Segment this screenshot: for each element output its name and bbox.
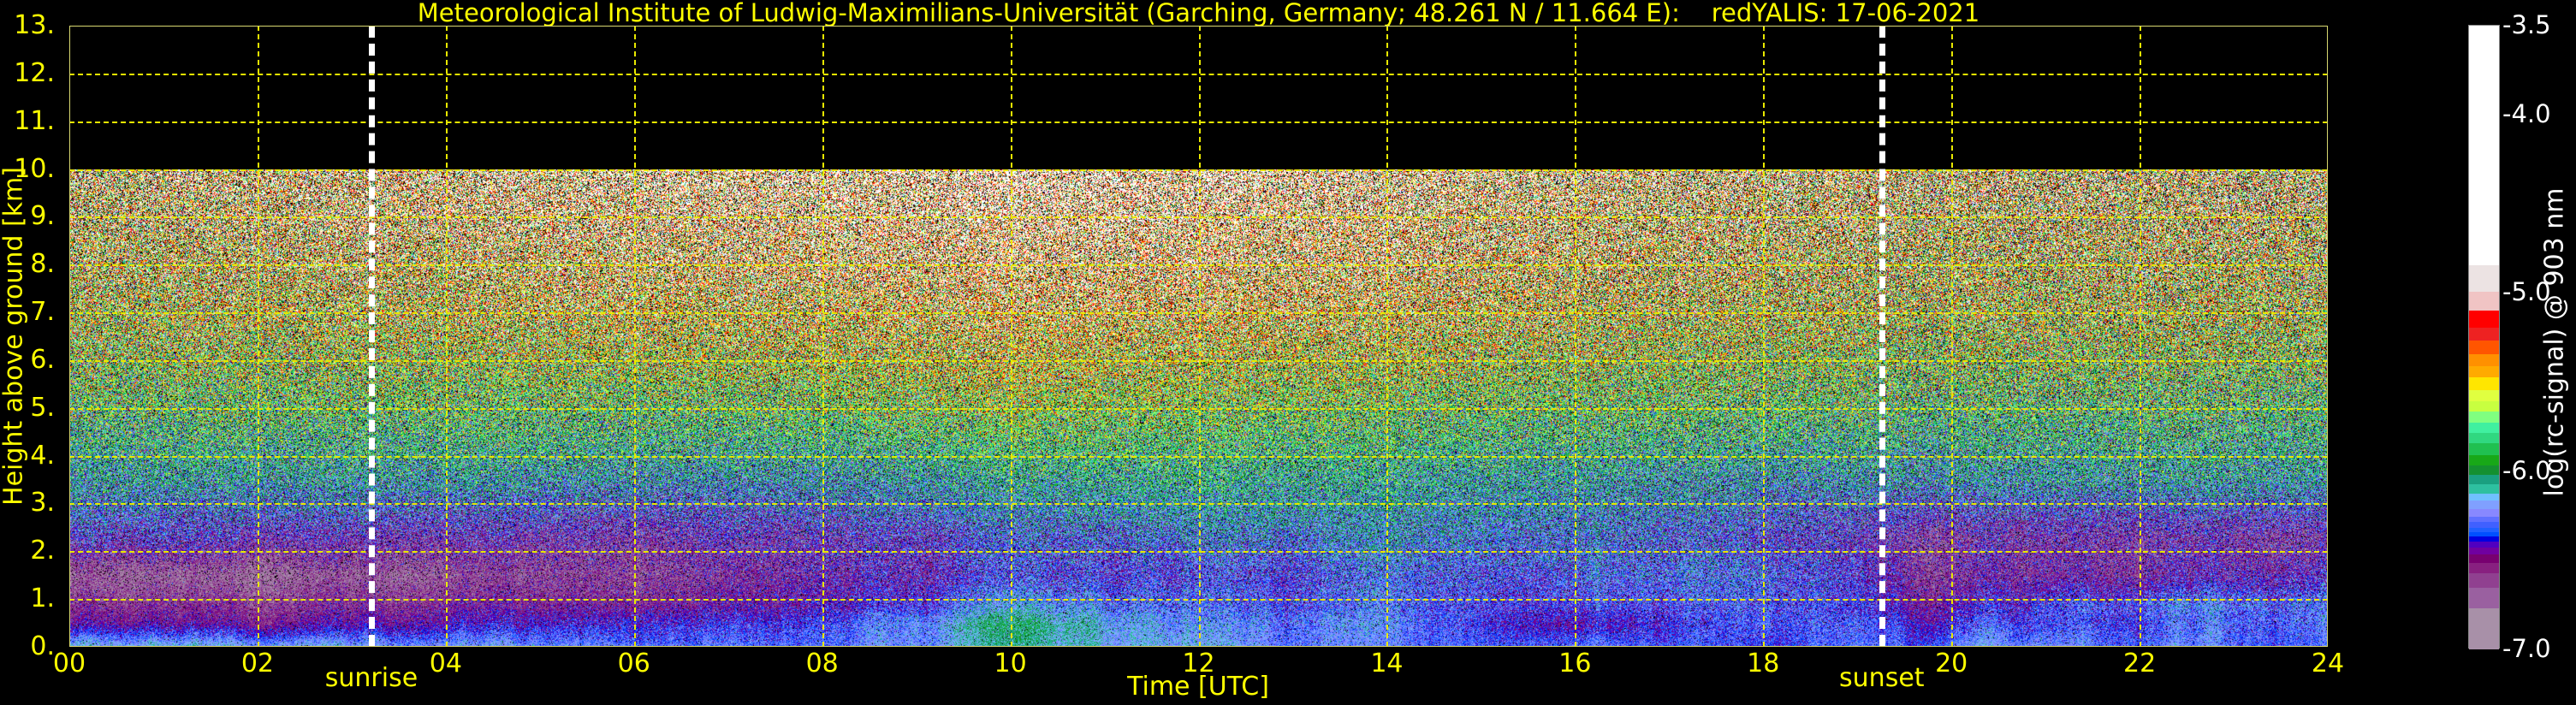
colorbar-tick-label: -3.5 bbox=[2502, 10, 2551, 39]
colorbar-segment bbox=[2469, 572, 2499, 588]
colorbar-segment bbox=[2469, 501, 2499, 510]
sunrise-line bbox=[368, 26, 375, 647]
y-tick-label: 12. bbox=[14, 57, 55, 88]
colorbar-segment bbox=[2469, 587, 2499, 609]
x-tick-label: 04 bbox=[429, 649, 462, 678]
colorbar-segment bbox=[2469, 433, 2499, 444]
x-gridline bbox=[1010, 26, 1012, 647]
x-gridline bbox=[633, 26, 636, 647]
x-gridline bbox=[445, 26, 448, 647]
colorbar-segment bbox=[2469, 291, 2499, 311]
y-tick-label: 7. bbox=[30, 297, 55, 328]
colorbar-segment bbox=[2469, 400, 2499, 412]
colorbar-segment bbox=[2469, 340, 2499, 355]
x-tick-label: 02 bbox=[240, 649, 274, 678]
x-gridline bbox=[1575, 26, 1577, 647]
y-tick-label: 6. bbox=[30, 344, 55, 375]
y-tick-label: 0. bbox=[30, 631, 55, 661]
y-tick-label: 9. bbox=[30, 201, 55, 232]
colorbar-segment bbox=[2469, 389, 2499, 402]
chart-title: Meteorological Institute of Ludwig-Maxim… bbox=[417, 0, 1980, 27]
colorbar-segment bbox=[2469, 562, 2499, 574]
colorbar-segment bbox=[2469, 264, 2499, 293]
x-tick-label: 06 bbox=[617, 649, 650, 678]
x-tick-label: 10 bbox=[994, 649, 1027, 678]
x-gridline bbox=[1951, 26, 1954, 647]
colorbar-segment bbox=[2469, 474, 2499, 485]
plot-area bbox=[69, 26, 2328, 647]
colorbar-segment bbox=[2469, 422, 2499, 434]
colorbar-tick-label: -6.0 bbox=[2502, 455, 2551, 485]
colorbar-label: log(rc-signal) @ 903 nm bbox=[2539, 187, 2570, 497]
colorbar-tick-label: -5.0 bbox=[2502, 277, 2551, 307]
x-tick-label: 12 bbox=[1182, 649, 1215, 678]
x-tick-label: 18 bbox=[1747, 649, 1780, 678]
y-tick-label: 5. bbox=[30, 392, 55, 423]
sunset-line bbox=[1879, 26, 1885, 647]
x-gridline bbox=[822, 26, 824, 647]
colorbar-segment bbox=[2469, 365, 2499, 378]
x-gridline bbox=[257, 26, 259, 647]
x-tick-label: 00 bbox=[52, 649, 86, 678]
sunset-label: sunset bbox=[1839, 663, 1925, 693]
x-tick-label: 08 bbox=[805, 649, 839, 678]
y-axis-label: Height above ground [km] bbox=[0, 167, 29, 506]
colorbar-segment bbox=[2469, 608, 2499, 650]
colorbar-segment bbox=[2469, 353, 2499, 367]
x-tick-label: 14 bbox=[1370, 649, 1404, 678]
x-gridline bbox=[1386, 26, 1389, 647]
colorbar-segment bbox=[2469, 328, 2499, 341]
colorbar-segment bbox=[2469, 26, 2499, 266]
x-tick-label: 20 bbox=[1935, 649, 1968, 678]
colorbar-segment bbox=[2469, 554, 2499, 564]
y-tick-label: 13. bbox=[14, 10, 55, 40]
y-tick-label: 4. bbox=[30, 440, 55, 471]
x-gridline bbox=[1198, 26, 1201, 647]
y-tick-label: 3. bbox=[30, 488, 55, 518]
y-tick-label: 11. bbox=[14, 105, 55, 136]
y-tick-label: 10. bbox=[14, 153, 55, 184]
colorbar-segment bbox=[2469, 484, 2499, 495]
colorbar-segment bbox=[2469, 311, 2499, 329]
sunrise-label: sunrise bbox=[324, 663, 418, 693]
x-tick-label: 22 bbox=[2122, 649, 2157, 678]
x-tick-label: 16 bbox=[1558, 649, 1592, 678]
colorbar-segment bbox=[2469, 454, 2499, 466]
colorbar bbox=[2468, 25, 2500, 650]
colorbar-segment bbox=[2469, 465, 2499, 476]
colorbar-segment bbox=[2469, 443, 2499, 456]
colorbar-segment bbox=[2469, 412, 2499, 424]
x-gridline bbox=[2140, 26, 2142, 647]
y-tick-label: 8. bbox=[30, 249, 55, 280]
x-tick-label: 24 bbox=[2311, 649, 2345, 678]
y-tick-label: 2. bbox=[30, 536, 55, 566]
x-gridline bbox=[1763, 26, 1766, 647]
colorbar-tick-label: -7.0 bbox=[2502, 634, 2551, 663]
y-tick-label: 1. bbox=[30, 584, 55, 614]
colorbar-segment bbox=[2469, 377, 2499, 391]
colorbar-tick-label: -4.0 bbox=[2502, 99, 2551, 129]
